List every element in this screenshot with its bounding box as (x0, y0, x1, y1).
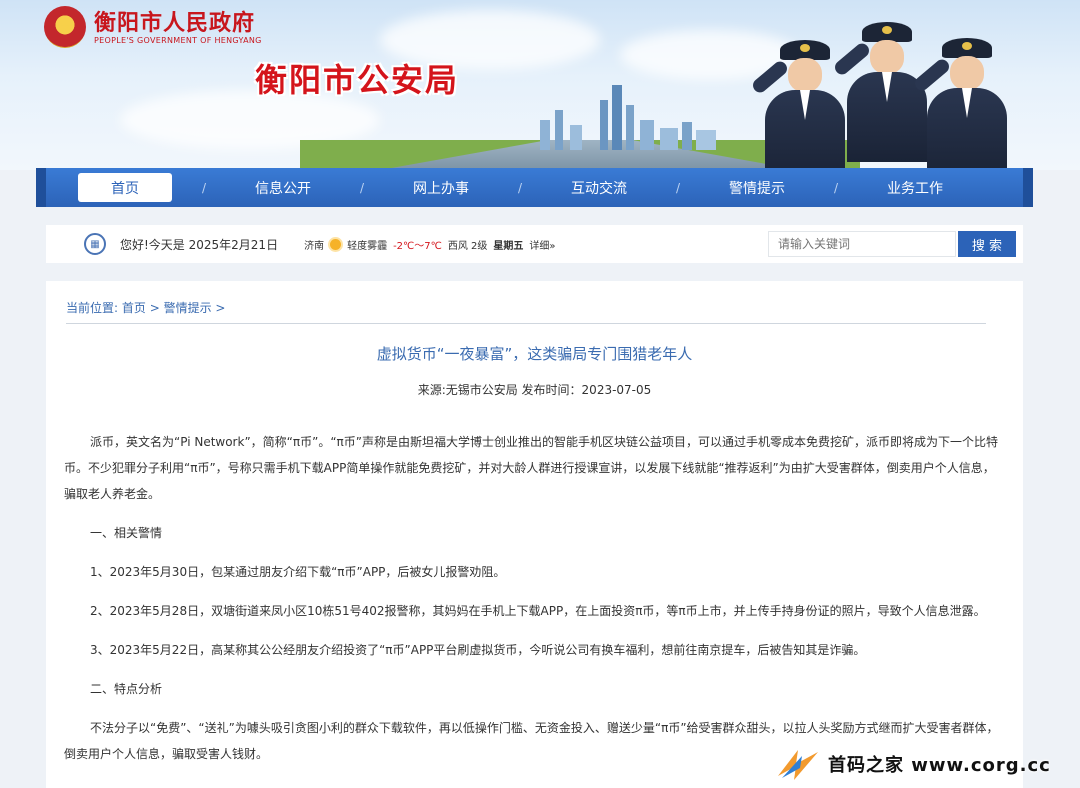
watermark: 首码之家 www.corg.cc (776, 740, 1080, 788)
search-input[interactable] (768, 231, 956, 257)
weather-widget: 济南 轻度雾霾 -2℃～7℃ 西风 2级 星期五 详细» (304, 237, 556, 252)
gov-logo[interactable]: ★ 衡阳市人民政府 PEOPLE'S GOVERNMENT OF HENGYAN… (44, 6, 262, 48)
info-bar: ▦ 您好!今天是 2025年2月21日 济南 轻度雾霾 -2℃～7℃ 西风 2级… (46, 225, 1023, 263)
breadcrumb-prefix: 当前位置: (66, 301, 119, 315)
nav-label: 网上办事 (413, 180, 469, 197)
nav-item-online-services[interactable]: 网上办事 (362, 168, 520, 207)
nav-label: 首页 (111, 180, 139, 197)
breadcrumb-alerts[interactable]: 警情提示 > (164, 301, 226, 315)
nav-item-home[interactable]: 首页 (46, 168, 204, 207)
article-paragraph: 3、2023年5月22日，高某称其公公经朋友介绍投资了“π币”APP平台刷虚拟货… (90, 643, 866, 657)
nav-label: 信息公开 (255, 180, 311, 197)
header-banner: ★ 衡阳市人民政府 PEOPLE'S GOVERNMENT OF HENGYAN… (0, 0, 1080, 170)
nav-item-police-alerts[interactable]: 警情提示 (678, 168, 836, 207)
gov-name-en: PEOPLE'S GOVERNMENT OF HENGYANG (94, 35, 262, 45)
article-body: 派币，英文名为“Pi Network”，简称“π币”。“π币”声称是由斯坦福大学… (64, 429, 1004, 780)
divider (66, 323, 986, 324)
nav-item-business[interactable]: 业务工作 (836, 168, 994, 207)
search-button[interactable]: 搜 索 (958, 231, 1016, 257)
calendar-icon: ▦ (84, 233, 106, 255)
article-title: 虚拟货币“一夜暴富”，这类骗局专门围猎老年人 (376, 345, 693, 363)
article-section-heading: 二、特点分析 (90, 682, 163, 696)
weather-city: 济南 (304, 240, 325, 252)
greeting-date: 您好!今天是 2025年2月21日 (120, 237, 279, 252)
nav-item-info-disclosure[interactable]: 信息公开 (204, 168, 362, 207)
article-paragraph: 2、2023年5月28日，双塘街道来凤小区10栋51号402报警称，其妈妈在手机… (90, 604, 986, 618)
nav-label: 互动交流 (571, 180, 627, 197)
nav-edge (1023, 168, 1033, 207)
nav-item-interaction[interactable]: 互动交流 (520, 168, 678, 207)
gov-name: 衡阳市人民政府 (94, 9, 256, 36)
weather-condition: 轻度雾霾 (347, 240, 388, 252)
nav-label: 业务工作 (887, 180, 943, 197)
breadcrumb-home[interactable]: 首页 > (122, 301, 160, 315)
article-section-heading: 一、相关警情 (90, 526, 163, 540)
weather-wind: 西风 2级 (447, 240, 488, 252)
weather-temp: -2℃～7℃ (393, 240, 442, 252)
nav-label: 警情提示 (729, 180, 785, 197)
weather-weekday: 星期五 (493, 240, 524, 252)
national-emblem-icon: ★ (44, 6, 86, 48)
police-officer-illustration (832, 22, 932, 162)
weather-detail-link[interactable]: 详细» (529, 237, 555, 252)
police-officer-illustration (750, 40, 850, 170)
article-meta: 来源:无锡市公安局 发布时间：2023-07-05 (417, 383, 652, 397)
city-skyline-illustration (540, 85, 716, 150)
nav-edge (36, 168, 46, 207)
watermark-logo-icon (778, 750, 818, 780)
main-nav: 首页 / 信息公开 / 网上办事 / 互动交流 / 警情提示 / 业务工作 (36, 168, 1033, 207)
bureau-title: 衡阳市公安局 (255, 61, 460, 99)
article-paragraph: 1、2023年5月30日，包某通过朋友介绍下载“π币”APP，后被女儿报警劝阻。 (90, 565, 506, 579)
breadcrumb: 当前位置: 首页 > 警情提示 > (66, 299, 225, 316)
watermark-text: 首码之家 www.corg.cc (828, 755, 1051, 776)
police-officer-illustration (912, 38, 1012, 170)
article-panel: 当前位置: 首页 > 警情提示 > 虚拟货币“一夜暴富”，这类骗局专门围猎老年人… (46, 281, 1023, 788)
sun-icon (330, 238, 342, 250)
article-paragraph: 派币，英文名为“Pi Network”，简称“π币”。“π币”声称是由斯坦福大学… (64, 435, 998, 501)
